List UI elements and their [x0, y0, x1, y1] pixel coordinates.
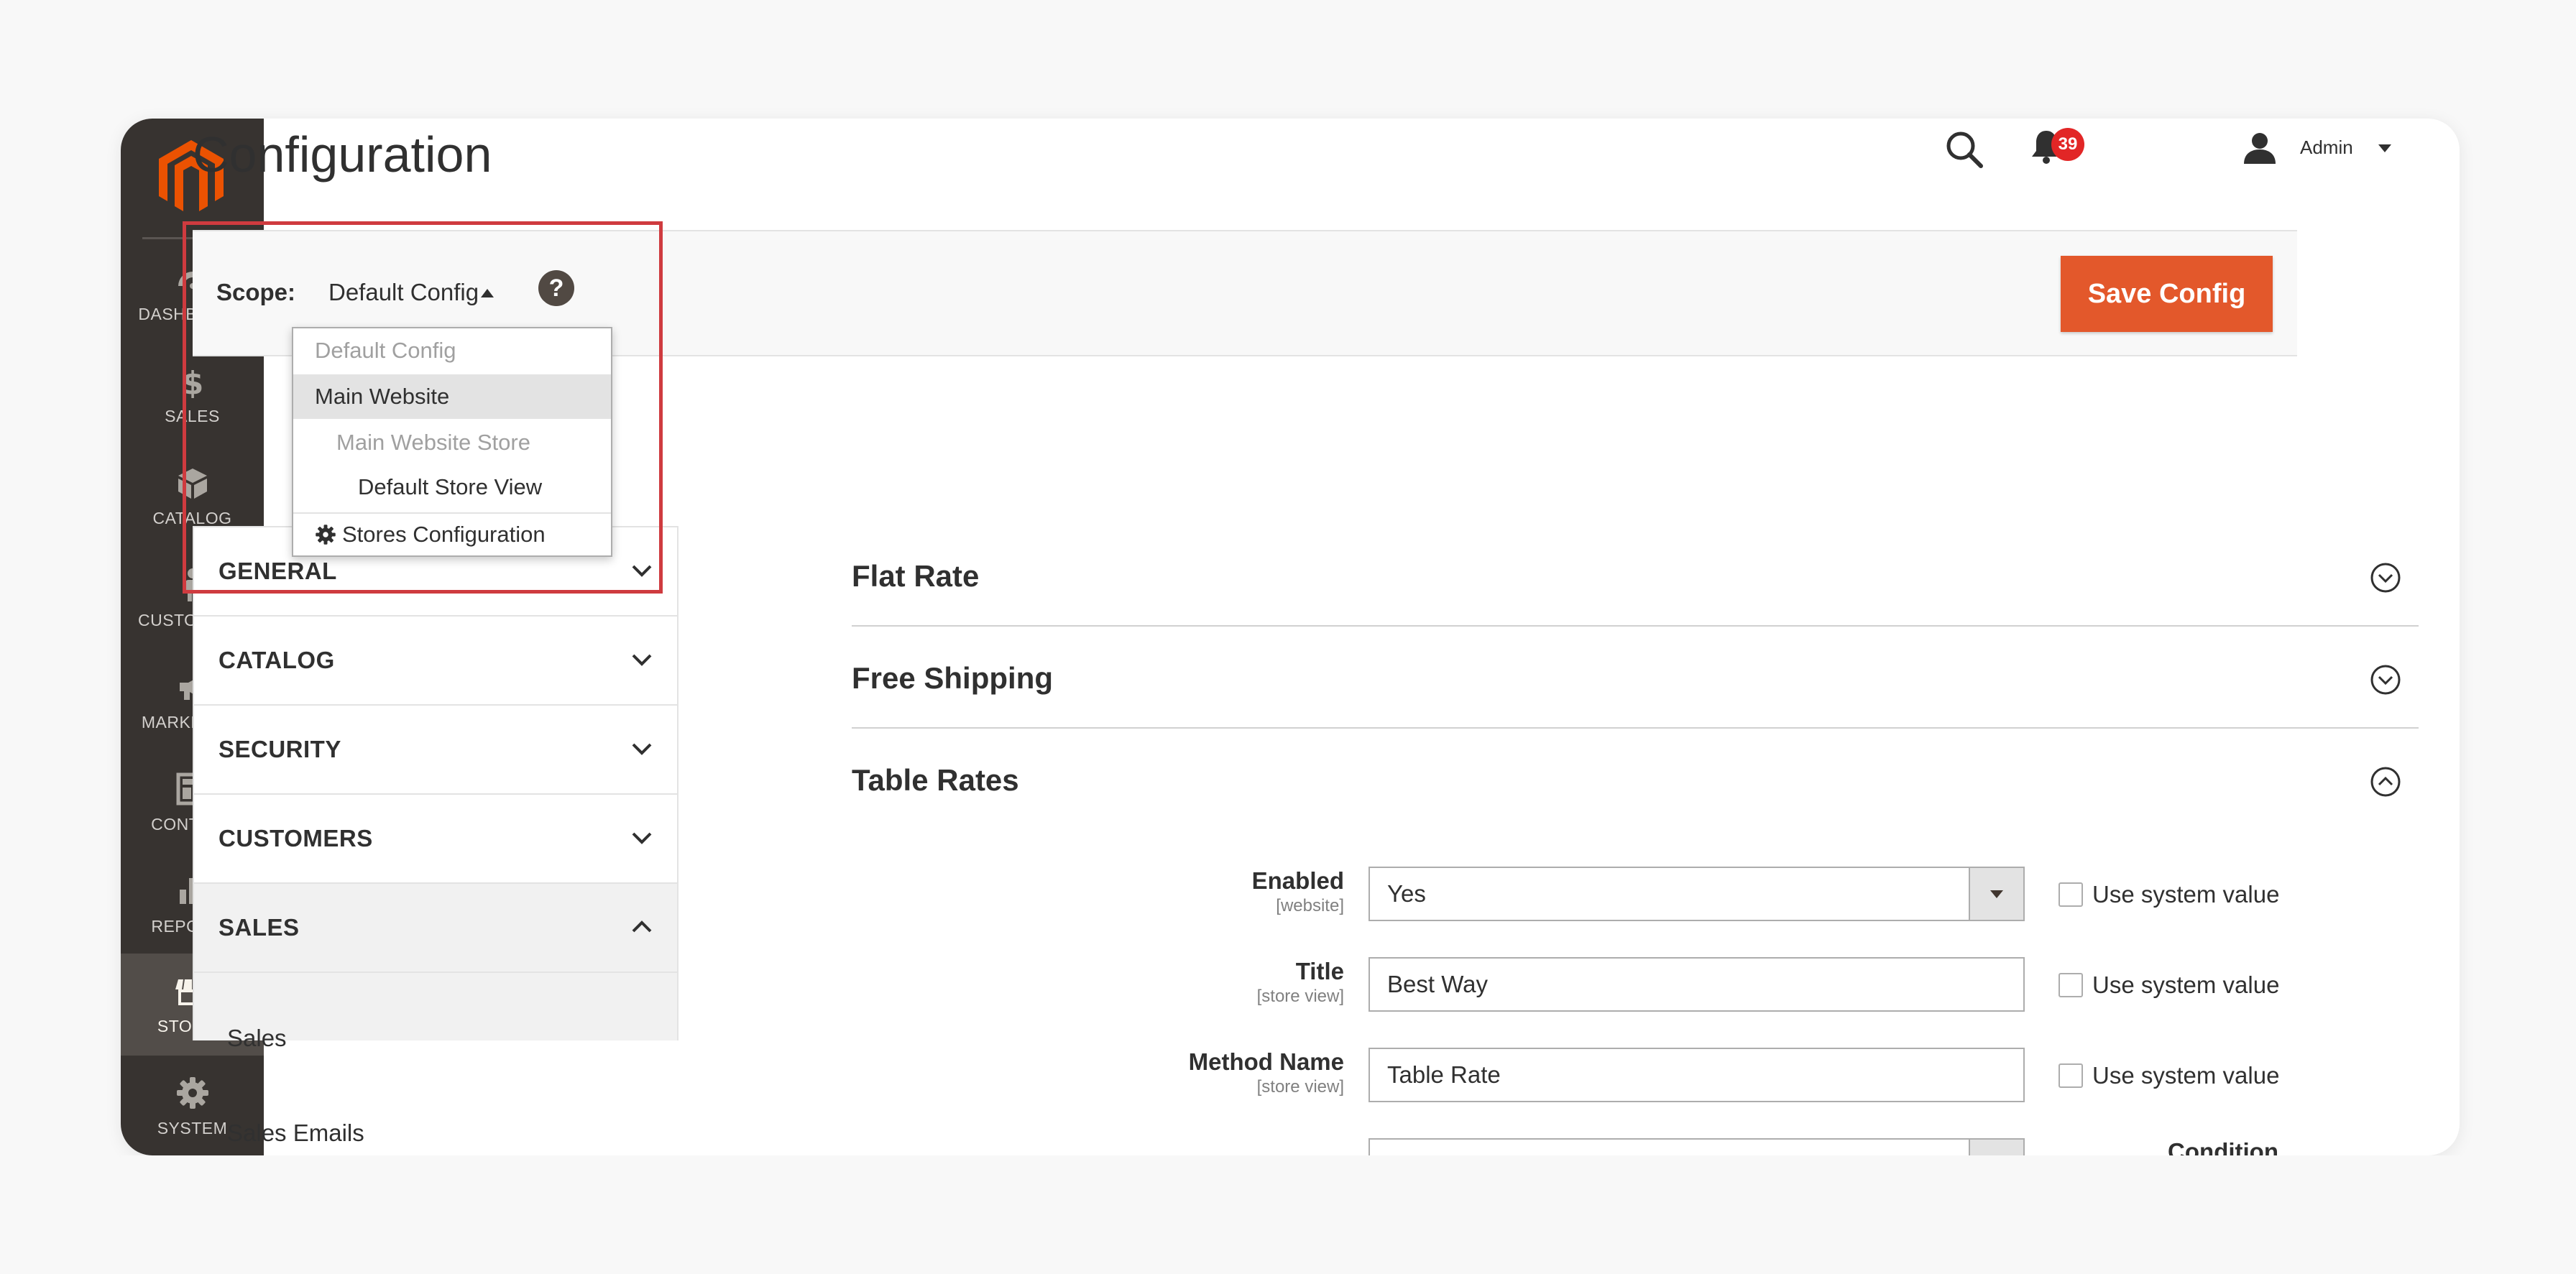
condition-select[interactable] [1368, 1138, 2025, 1155]
page-background-bottom [121, 1155, 2460, 1274]
title-input[interactable]: Best Way [1368, 957, 2025, 1012]
caret-up-icon[interactable] [481, 289, 494, 297]
notifications-badge[interactable]: 39 [2051, 128, 2084, 161]
tab-sales-submenu: Sales Sales Emails [193, 971, 678, 1146]
field-label-enabled: Enabled [1251, 867, 1344, 894]
select-arrow-button[interactable] [1969, 868, 2023, 920]
use-system-value-checkbox-title[interactable] [2058, 973, 2083, 997]
scope-option-default-config: Default Config [315, 338, 456, 363]
scope-option-default-store-view[interactable]: Default Store View [293, 465, 611, 509]
chevron-down-icon [632, 743, 652, 755]
dollar-icon: $ [181, 365, 203, 398]
chevron-down-icon [632, 654, 652, 666]
gear-icon [176, 1076, 208, 1109]
tab-security[interactable]: SECURITY [193, 704, 678, 793]
scope-option-stores-configuration[interactable]: Stores Configuration [293, 512, 611, 557]
use-system-value-checkbox-method-name[interactable] [2058, 1063, 2083, 1088]
use-system-value-checkbox-enabled[interactable] [2058, 882, 2083, 907]
scope-dropdown: Default Config Main Website Main Website… [292, 327, 612, 557]
user-icon[interactable] [2242, 131, 2277, 165]
expand-circle-icon[interactable] [2370, 562, 2401, 594]
chevron-down-icon [632, 565, 652, 577]
scope-switcher[interactable]: Default Config [328, 279, 479, 306]
collapse-circle-icon[interactable] [2370, 766, 2401, 798]
chevron-down-icon [632, 832, 652, 844]
field-scope-method-name: [store view] [1256, 1077, 1344, 1097]
chevron-up-icon [632, 920, 652, 933]
tab-catalog[interactable]: CATALOG [193, 615, 678, 704]
search-icon[interactable] [1944, 129, 1985, 170]
field-scope-title: [store view] [1256, 987, 1344, 1006]
use-system-value-label: Use system value [2092, 881, 2280, 908]
use-system-value-label: Use system value [2092, 971, 2280, 998]
svg-text:$: $ [181, 365, 203, 398]
section-free-shipping[interactable]: Free Shipping [852, 627, 2419, 729]
scope-label: Scope: [216, 279, 296, 305]
scope-option-main-website-store: Main Website Store [336, 430, 530, 455]
help-icon[interactable]: ? [538, 270, 574, 306]
section-table-rates[interactable]: Table Rates [852, 729, 2419, 831]
field-scope-enabled: [website] [1276, 896, 1344, 915]
use-system-value-label: Use system value [2092, 1062, 2280, 1089]
section-flat-rate[interactable]: Flat Rate [852, 525, 2419, 627]
gear-icon [316, 525, 336, 545]
sub-tab-sales-emails[interactable]: Sales Emails [227, 1120, 364, 1147]
field-label-method-name: Method Name [1188, 1048, 1344, 1075]
field-label-title: Title [1295, 958, 1344, 984]
caret-down-icon[interactable] [2378, 144, 2391, 152]
condition-row-clip: Condition [934, 1121, 2372, 1155]
caret-down-icon [1990, 890, 2003, 898]
field-label-condition: Condition [2168, 1138, 2278, 1155]
expand-circle-icon[interactable] [2370, 664, 2401, 696]
enabled-select[interactable]: Yes [1368, 867, 2025, 921]
page-title: Configuration [193, 126, 492, 183]
method-name-input[interactable]: Table Rate [1368, 1048, 2025, 1102]
admin-user-label[interactable]: Admin [2300, 137, 2353, 159]
tab-customers[interactable]: CUSTOMERS [193, 793, 678, 882]
tab-sales[interactable]: SALES [193, 882, 678, 971]
save-config-button[interactable]: Save Config [2061, 256, 2273, 332]
scope-option-main-website[interactable]: Main Website [293, 374, 611, 419]
sub-tab-sales[interactable]: Sales [227, 1025, 287, 1052]
select-arrow-button[interactable] [1969, 1140, 2023, 1155]
